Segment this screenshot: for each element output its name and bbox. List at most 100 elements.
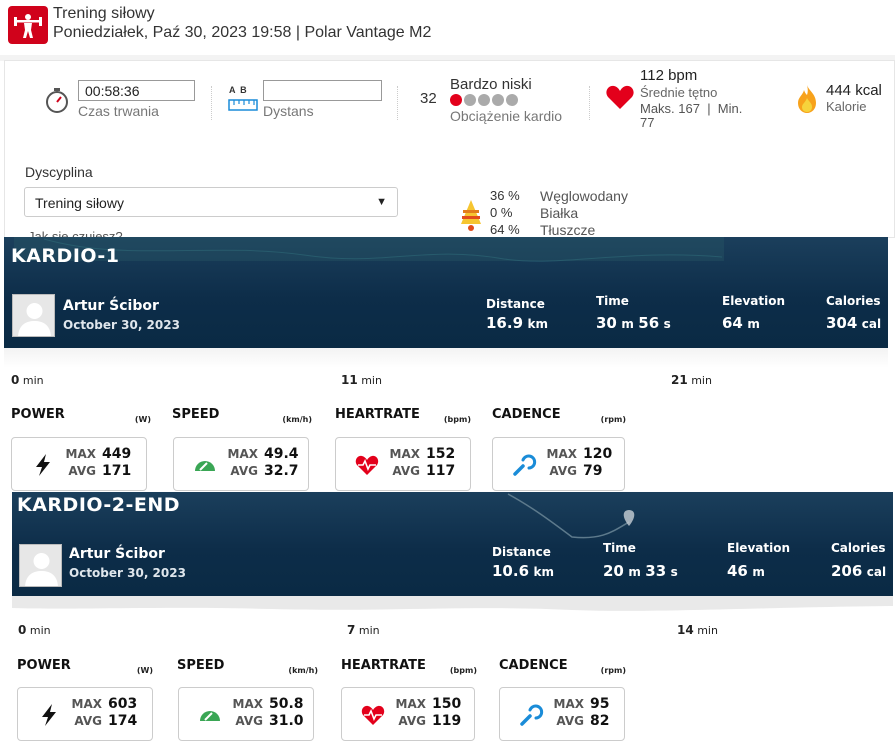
metric-key: MAX [546, 447, 577, 461]
discipline-select[interactable]: Trening siłowy ▼ [24, 187, 398, 217]
metric-value: 79 [583, 463, 603, 479]
tick-text: 0 [11, 373, 20, 387]
avatar[interactable] [19, 544, 62, 587]
tick-text: min [697, 624, 718, 637]
activity-date: October 30, 2023 [63, 318, 180, 332]
stat-unit: m [752, 565, 765, 579]
distance-ab-label: A B [229, 85, 247, 95]
calories-stat-label: Calories [826, 294, 881, 308]
tick-text: 7 [347, 623, 356, 637]
metric-unit: (W) [134, 415, 151, 424]
duration-label: Czas trwania [78, 103, 159, 119]
calories-stat: 304 cal [826, 314, 881, 333]
avg-hr-value: 112 bpm [640, 67, 698, 84]
metric-key: MAX [553, 697, 584, 711]
metric-key: AVG [230, 464, 258, 478]
heart-pulse-icon [355, 455, 379, 475]
metric-value: 82 [590, 713, 610, 729]
speedometer-icon [195, 461, 215, 471]
athlete-name[interactable]: Artur Ścibor [63, 298, 159, 314]
timeline-tick: 11 min [341, 373, 382, 387]
avg-hr-label: Średnie tętno [640, 85, 718, 100]
metric-unit: (bpm) [449, 666, 477, 675]
tick-text: min [29, 624, 51, 637]
metric-key: MAX [71, 697, 102, 711]
flame-icon [795, 84, 819, 119]
time-stat-label: Time [603, 541, 636, 555]
metric-key: AVG [235, 714, 263, 728]
avatar[interactable] [12, 294, 55, 337]
stat-value: 64 [722, 314, 743, 332]
cadence-icon [513, 454, 537, 476]
time-stat-label: Time [596, 294, 629, 308]
stat-unit: m [747, 317, 760, 331]
metric-box-heartrate: MAX 150 AVG 119 [341, 687, 475, 741]
elevation-stat: 46 m [727, 562, 765, 581]
time-stat: 30 m 56 s [596, 314, 671, 333]
metric-value: 31.0 [269, 713, 304, 729]
stat-value: 16.9 [486, 314, 524, 332]
metric-key: AVG [398, 714, 426, 728]
metric-box-cadence: MAX 95 AVG 82 [499, 687, 625, 741]
calories-stat: 206 cal [831, 562, 886, 581]
discipline-label: Dyscyplina [25, 164, 93, 180]
stat-value: 10.6 [492, 562, 530, 580]
ruler-icon [228, 98, 258, 117]
metric-box-power: MAX 603 AVG 174 [17, 687, 153, 741]
metric-label: SPEED [172, 407, 220, 422]
metric-value: 95 [590, 696, 610, 712]
metric-key: MAX [395, 697, 426, 711]
strength-training-icon [8, 6, 48, 44]
bolt-icon [36, 454, 50, 476]
fuel-protein-pct: 0 % [490, 205, 513, 220]
metric-label: POWER [11, 407, 65, 422]
metric-label: POWER [17, 658, 71, 673]
time-stat: 20 m 33 s [603, 562, 678, 581]
metric-value: 119 [432, 713, 462, 729]
timeline-tick: 21 min [671, 373, 712, 387]
divider [589, 86, 590, 120]
metric-value: 152 [426, 446, 456, 462]
tick-text: min [22, 374, 44, 387]
tick-text: min [691, 374, 712, 387]
metric-value: 174 [108, 713, 138, 729]
metric-box-speed: MAX 50.8 AVG 31.0 [178, 687, 314, 741]
metric-key: AVG [68, 464, 96, 478]
calories-label: Kalorie [826, 99, 867, 114]
metric-unit: (bpm) [443, 415, 471, 424]
metric-value: 603 [108, 696, 138, 712]
stat-unit: km [527, 317, 548, 331]
stat-unit: s [663, 317, 671, 331]
duration-field[interactable] [78, 80, 195, 101]
metric-label: HEARTRATE [335, 407, 420, 422]
metric-label: CADENCE [492, 407, 561, 422]
metric-power: POWER (W) [17, 656, 153, 675]
cadence-icon [520, 704, 544, 726]
athlete-name[interactable]: Artur Ścibor [69, 546, 165, 562]
activity-title: KARDIO-2-END [17, 494, 181, 516]
metric-key: MAX [227, 447, 258, 461]
discipline-selected: Trening siłowy [35, 195, 124, 211]
stat-value: 206 [831, 562, 863, 580]
calories-value: 444 kcal [826, 82, 882, 99]
divider [397, 86, 398, 120]
metric-value: 32.7 [264, 463, 299, 479]
metric-unit: (km/h) [288, 666, 318, 675]
stat-value: 46 [727, 562, 748, 580]
metric-value: 120 [583, 446, 613, 462]
timeline-tick: 0 min [18, 623, 51, 637]
tick-text: 14 [677, 623, 694, 637]
metric-value: 49.4 [264, 446, 299, 462]
metric-unit: (rpm) [600, 415, 626, 424]
activity-card-header: KARDIO-2-END Artur Ścibor October 30, 20… [12, 492, 893, 596]
metric-box-heartrate: MAX 152 AVG 117 [335, 437, 471, 491]
distance-stat-label: Distance [492, 545, 551, 559]
metric-value: 150 [432, 696, 462, 712]
fuel-protein-name: Białka [540, 205, 579, 221]
stat-value: 33 [645, 562, 667, 580]
speedometer-icon [200, 711, 220, 721]
stat-value: 56 [638, 314, 660, 332]
distance-field[interactable] [263, 80, 382, 101]
metric-speed: SPEED (km/h) [177, 656, 318, 675]
hr-min-value: 77 [640, 115, 655, 130]
